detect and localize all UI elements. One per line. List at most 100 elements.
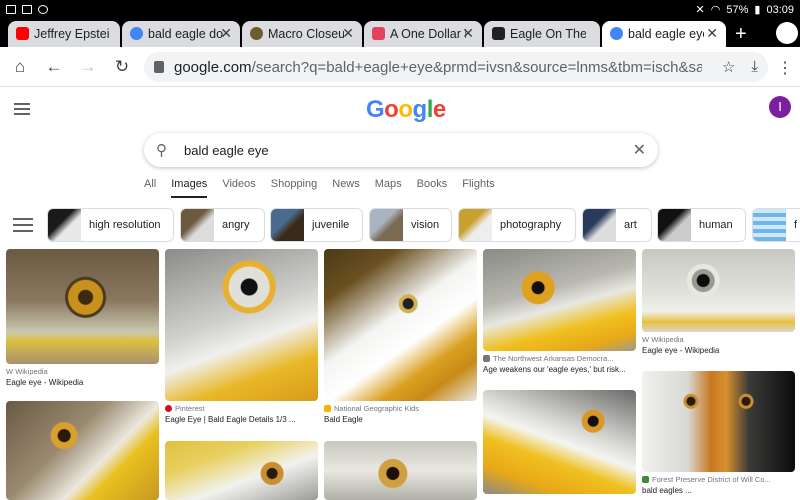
clock: 03:09	[766, 3, 794, 16]
tab-videos[interactable]: Videos	[222, 178, 255, 198]
browser-tab-active[interactable]: bald eagle eye ✕	[602, 21, 726, 47]
wikipedia-icon: W	[6, 367, 14, 376]
url-text: google.com/search?q=bald+eagle+eye&prmd=…	[174, 58, 702, 76]
chip[interactable]: high resolution	[47, 208, 174, 242]
result-image[interactable]	[6, 249, 159, 364]
result-image[interactable]	[483, 249, 636, 351]
result-title[interactable]: Age weakens our 'eagle eyes,' but risk..…	[483, 365, 636, 374]
result-image[interactable]	[6, 401, 159, 500]
result-image[interactable]	[483, 390, 636, 494]
tab-shopping[interactable]: Shopping	[271, 178, 318, 198]
result-image[interactable]	[324, 249, 477, 401]
result-title[interactable]: Bald Eagle	[324, 415, 477, 424]
filter-settings-icon[interactable]	[13, 218, 33, 236]
tab-flights[interactable]: Flights	[462, 178, 494, 198]
result-title[interactable]: Eagle Eye | Bald Eagle Details 1/3 ...	[165, 415, 318, 424]
chip-thumbnail	[271, 209, 304, 241]
result-source: Forest Preserve District of Will Co...	[652, 475, 771, 484]
image-result[interactable]	[6, 401, 159, 500]
incognito-icon[interactable]	[776, 22, 798, 44]
search-icon: ⚲	[156, 142, 167, 159]
browser-tab[interactable]: Jeffrey Epstein	[8, 21, 120, 47]
gallery-icon	[6, 5, 16, 14]
result-image[interactable]	[642, 371, 795, 472]
search-box[interactable]: ⚲ ✕	[144, 133, 658, 167]
chip[interactable]: juvenile	[270, 208, 363, 242]
chip-thumbnail	[459, 209, 492, 241]
back-arrow-icon[interactable]: ←	[37, 57, 71, 77]
chip[interactable]: photography	[458, 208, 576, 242]
clear-search-icon[interactable]: ✕	[633, 140, 646, 160]
main-menu-icon[interactable]	[14, 103, 30, 118]
result-source: Wikipedia	[651, 335, 684, 344]
result-source: Wikipedia	[15, 367, 48, 376]
browser-tab[interactable]: Macro Closeup ✕	[242, 21, 362, 47]
result-title[interactable]: bald eagles ...	[642, 486, 795, 495]
incognito-status-icon	[38, 5, 48, 14]
wifi-icon: ◠	[710, 4, 721, 16]
search-input[interactable]	[184, 142, 604, 158]
result-image[interactable]	[165, 441, 318, 500]
account-avatar[interactable]: I	[769, 96, 791, 118]
home-icon[interactable]: ⌂	[3, 57, 37, 77]
mute-icon: ✕	[695, 4, 705, 16]
google-icon	[610, 27, 623, 40]
image-result[interactable]: W Wikipedia Eagle eye - Wikipedia	[6, 249, 159, 387]
forward-arrow-icon[interactable]: →	[71, 57, 105, 77]
tab-all[interactable]: All	[144, 178, 156, 198]
bookmark-star-icon[interactable]: ☆	[722, 58, 735, 76]
chip-thumbnail	[753, 209, 786, 241]
notes-icon	[22, 5, 32, 14]
browser-tab[interactable]: bald eagle doll ✕	[122, 21, 240, 47]
image-result[interactable]	[324, 441, 477, 500]
reload-icon[interactable]: ↻	[105, 57, 139, 77]
tab-maps[interactable]: Maps	[375, 178, 402, 198]
wikipedia-icon: W	[642, 335, 650, 344]
pinterest-icon	[165, 405, 172, 412]
new-tab-plus-icon[interactable]: +	[735, 23, 747, 46]
result-source: National Geographic Kids	[334, 404, 420, 413]
tab-images[interactable]: Images	[171, 178, 208, 198]
chip-thumbnail	[48, 209, 81, 241]
browser-tab[interactable]: A One Dollar Bill ✕	[364, 21, 482, 47]
google-icon	[130, 27, 143, 40]
close-tab-icon[interactable]: ✕	[462, 25, 474, 42]
image-result[interactable]: W Wikipedia Eagle eye - Wikipedia	[642, 249, 795, 355]
image-result[interactable]: The Northwest Arkansas Democra... Age we…	[483, 249, 636, 374]
image-result[interactable]: Forest Preserve District of Will Co... b…	[642, 371, 795, 495]
result-title[interactable]: Eagle eye - Wikipedia	[642, 346, 795, 355]
lock-icon	[154, 61, 164, 73]
youtube-icon	[16, 27, 29, 40]
chip-thumbnail	[370, 209, 403, 241]
battery-level: 57%	[726, 3, 749, 16]
battery-icon: ▮	[754, 4, 761, 16]
tab-books[interactable]: Books	[417, 178, 448, 198]
download-icon[interactable]: ⤓	[751, 58, 758, 76]
chip[interactable]: vision	[369, 208, 452, 242]
site-favicon	[250, 27, 263, 40]
image-result[interactable]	[483, 390, 636, 494]
close-tab-icon[interactable]: ✕	[220, 25, 232, 42]
more-options-icon[interactable]: ⋮	[777, 58, 793, 78]
tab-news[interactable]: News	[332, 178, 360, 198]
result-image[interactable]	[642, 249, 795, 332]
close-tab-icon[interactable]: ✕	[342, 25, 354, 42]
result-title[interactable]: Eagle eye - Wikipedia	[6, 378, 159, 387]
result-source: Pinterest	[175, 404, 205, 413]
image-result[interactable]	[165, 441, 318, 500]
chip[interactable]: f	[752, 208, 800, 242]
chip[interactable]: angry	[180, 208, 265, 242]
google-logo[interactable]: Google	[366, 96, 446, 124]
result-image[interactable]	[324, 441, 477, 500]
news-site-icon	[483, 355, 490, 362]
chip[interactable]: art	[582, 208, 652, 242]
natgeo-kids-icon	[324, 405, 331, 412]
browser-tab[interactable]: Eagle On The	[484, 21, 600, 47]
result-image[interactable]	[165, 249, 318, 401]
chip[interactable]: human	[657, 208, 746, 242]
chip-thumbnail	[583, 209, 616, 241]
address-bar[interactable]: google.com/search?q=bald+eagle+eye&prmd=…	[144, 52, 768, 82]
close-tab-icon[interactable]: ✕	[706, 25, 718, 42]
image-result[interactable]: National Geographic Kids Bald Eagle	[324, 249, 477, 424]
image-result[interactable]: Pinterest Eagle Eye | Bald Eagle Details…	[165, 249, 318, 424]
